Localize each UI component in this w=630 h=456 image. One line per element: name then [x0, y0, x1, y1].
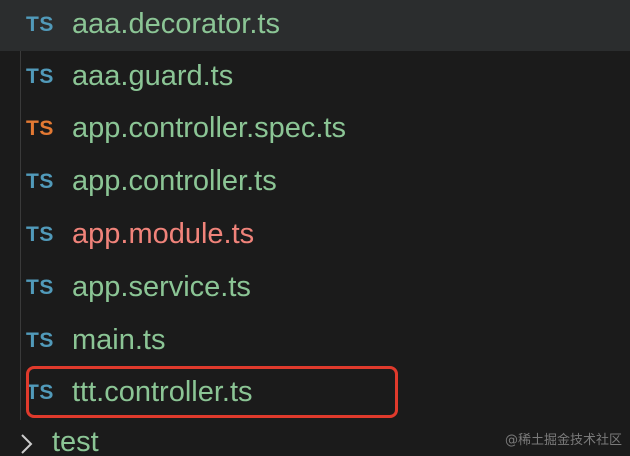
typescript-test-icon: TS	[26, 117, 54, 140]
typescript-icon: TS	[26, 65, 54, 88]
typescript-icon: TS	[26, 13, 54, 36]
typescript-icon: TS	[26, 223, 54, 246]
typescript-icon: TS	[26, 276, 54, 299]
file-row-app-service[interactable]: TS app.service.ts	[0, 261, 630, 314]
file-name: app.service.ts	[72, 271, 251, 303]
file-name: app.controller.ts	[72, 165, 277, 197]
file-name: main.ts	[72, 324, 166, 356]
file-row-main[interactable]: TS main.ts	[0, 314, 630, 367]
file-row-aaa-decorator[interactable]: TS aaa.decorator.ts	[0, 0, 630, 51]
file-row-app-controller[interactable]: TS app.controller.ts	[0, 155, 630, 208]
highlight-annotation-box	[26, 366, 398, 418]
file-name: aaa.decorator.ts	[72, 8, 280, 40]
typescript-icon: TS	[26, 329, 54, 352]
folder-name: test	[52, 426, 99, 456]
file-name: aaa.guard.ts	[72, 60, 234, 92]
file-row-app-module[interactable]: TS app.module.ts	[0, 208, 630, 261]
file-name: app.controller.spec.ts	[72, 112, 347, 144]
file-name: app.module.ts	[72, 218, 255, 250]
typescript-icon: TS	[26, 170, 54, 193]
file-row-aaa-guard[interactable]: TS aaa.guard.ts	[0, 50, 630, 103]
file-row-app-controller-spec[interactable]: TS app.controller.spec.ts	[0, 102, 630, 155]
chevron-right-icon	[21, 434, 33, 454]
watermark: @稀土掘金技术社区	[504, 433, 622, 448]
file-explorer: TS aaa.decorator.ts TS aaa.guard.ts TS a…	[0, 0, 630, 456]
